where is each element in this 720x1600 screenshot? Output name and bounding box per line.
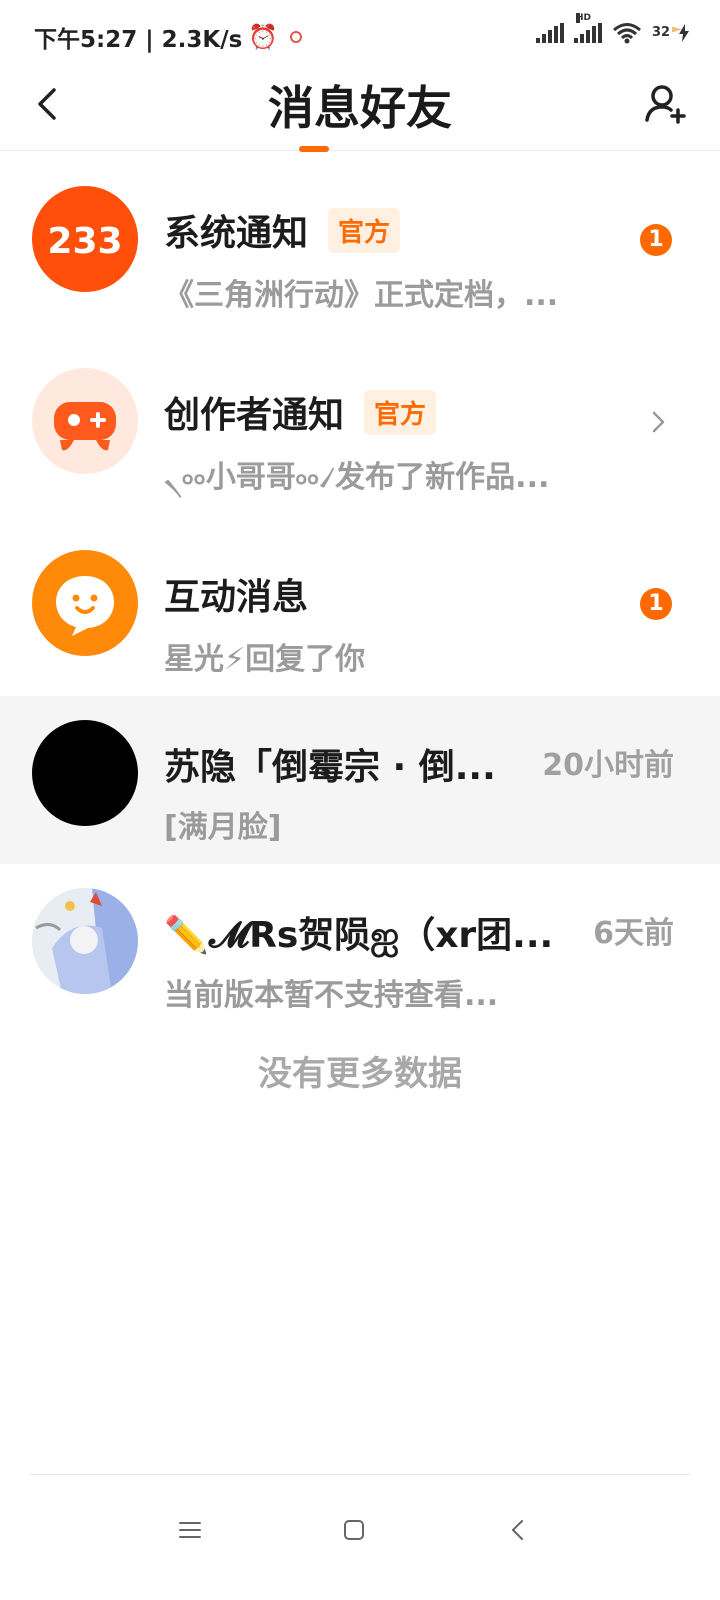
back-arrow-icon <box>512 1520 523 1540</box>
row-title: 互动消息 <box>164 577 309 618</box>
no-more-data-label: 没有更多数据 <box>258 1054 462 1094</box>
official-badge: 官方 <box>364 390 437 435</box>
signal-hd-icon: HD <box>574 13 602 43</box>
battery-icon: 32 <box>652 24 690 42</box>
row-title: 系统通知 官方 <box>164 204 401 256</box>
status-left: 下午5:27 | 2.3K/s ⏰ <box>34 20 303 54</box>
row-title: 苏隐「倒霉宗 · 倒... <box>164 747 496 788</box>
status-right: HD 32 <box>536 13 690 44</box>
list-item-interaction[interactable]: 互动消息 星光⚡回复了你 1 <box>0 514 720 696</box>
tab-friends[interactable]: 好友 <box>360 72 452 138</box>
add-friend-button[interactable] <box>642 80 690 128</box>
unread-count-badge: 1 <box>640 224 672 256</box>
chat-bubble-icon <box>56 576 114 636</box>
list-item-system-notice[interactable]: 233 系统通知 官方 《三角洲行动》正式定档，... 1 <box>0 150 720 332</box>
alarm-icon: ⏰ <box>248 23 279 51</box>
gamepad-icon <box>54 402 116 451</box>
avatar: 233 <box>32 186 138 292</box>
avatar <box>32 720 138 826</box>
system-nav-bar <box>0 1476 720 1600</box>
unread-count-badge: 1 <box>640 588 672 620</box>
row-title: ✏️𝓜Rs贺陨ஐ（xr团... <box>164 915 554 956</box>
row-subtitle: [满月脸] <box>164 810 282 845</box>
nav-back-button[interactable] <box>494 1506 542 1554</box>
nav-divider <box>30 1474 690 1475</box>
list-item-chat[interactable]: ✏️𝓜Rs贺陨ஐ（xr团... 当前版本暂不支持查看... 6天前 <box>0 864 720 1046</box>
battery-level: 32 <box>652 24 671 40</box>
charging-icon <box>679 24 689 42</box>
row-title-text: 创作者通知 <box>164 395 345 436</box>
wifi-icon <box>613 23 641 44</box>
row-title: 创作者通知 官方 <box>164 386 437 438</box>
row-subtitle: 星光⚡回复了你 <box>164 642 366 677</box>
notification-dot-icon <box>290 31 303 43</box>
square-icon <box>344 1520 364 1540</box>
logo-233-icon: 233 <box>47 221 122 262</box>
row-subtitle: ৲৹৹小哥哥৹৹৴发布了新作品... <box>164 460 550 495</box>
avatar <box>32 550 138 656</box>
hd-label: HD <box>576 13 592 23</box>
status-bar: 下午5:27 | 2.3K/s ⏰ HD 32 <box>0 0 720 70</box>
header-tabs: 消息好友 <box>0 72 720 152</box>
menu-icon <box>179 1522 201 1538</box>
list-item-chat[interactable]: 苏隐「倒霉宗 · 倒... [满月脸] 20小时前 <box>0 696 720 864</box>
avatar <box>32 368 138 474</box>
official-badge: 官方 <box>328 208 401 253</box>
add-user-icon <box>645 85 686 124</box>
row-subtitle: 当前版本暂不支持查看... <box>164 978 499 1013</box>
row-title-text: 系统通知 <box>164 213 309 254</box>
signal-icon <box>536 23 564 43</box>
home-button[interactable] <box>330 1506 378 1554</box>
message-list: 233 系统通知 官方 《三角洲行动》正式定档，... 1 创作者通知 官方 ৲৹৹… <box>0 150 720 1046</box>
anime-avatar-icon <box>32 888 138 994</box>
row-subtitle: 《三角洲行动》正式定档，... <box>164 278 559 313</box>
avatar <box>32 888 138 994</box>
avatar-text: 233 <box>47 221 122 262</box>
header: 消息好友 <box>0 70 720 152</box>
row-time: 20小时前 <box>542 748 674 783</box>
row-time: 6天前 <box>593 916 674 951</box>
chevron-right-icon <box>652 411 665 433</box>
menu-button[interactable] <box>166 1506 214 1554</box>
status-time-speed: 下午5:27 | 2.3K/s <box>34 27 243 53</box>
tab-messages[interactable]: 消息 <box>268 72 360 152</box>
list-item-creator-notice[interactable]: 创作者通知 官方 ৲৹৹小哥哥৹৹৴发布了新作品... <box>0 332 720 514</box>
